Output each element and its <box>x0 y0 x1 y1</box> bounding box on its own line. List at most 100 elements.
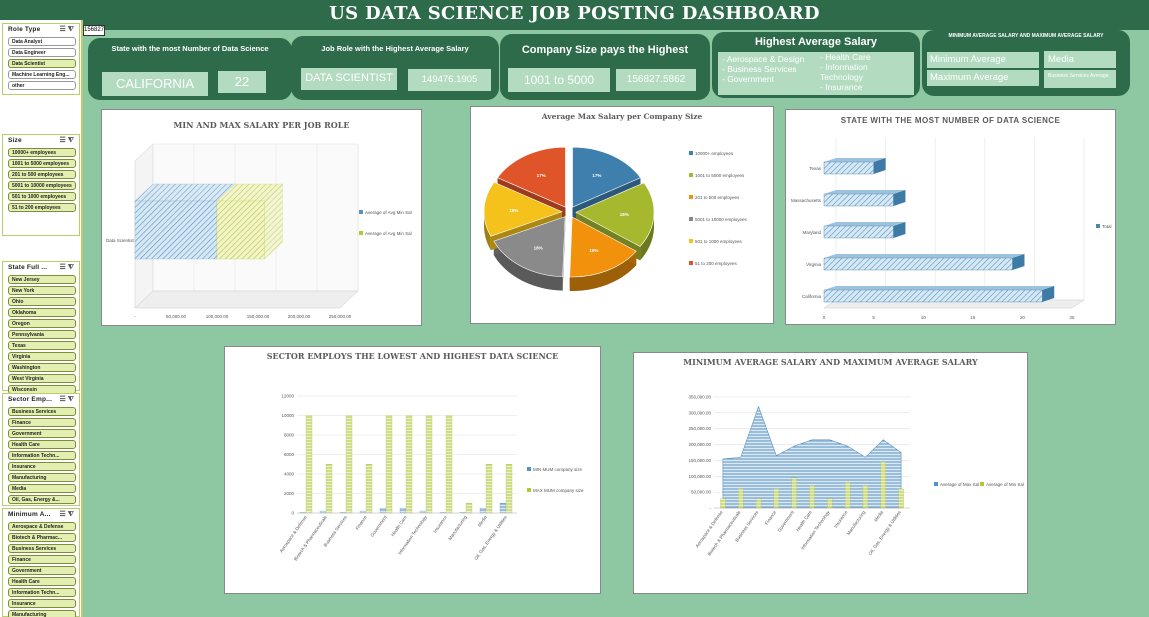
bar <box>791 477 797 509</box>
slicer-item[interactable]: 10000+ employees <box>8 148 76 157</box>
chart-min-max-average[interactable]: MINIMUM AVERAGE SALARY AND MAXIMUM AVERA… <box>633 352 1028 594</box>
slicer-item[interactable]: Finance <box>8 418 76 427</box>
kpi-sector-left-item: - Business Services <box>722 64 797 74</box>
multi-select-filter-icon[interactable]: ☰⧨ <box>59 395 76 404</box>
y-category-label: Data Scientist <box>106 238 135 243</box>
slicer-item[interactable]: 501 to 1000 employees <box>8 192 76 201</box>
slicer-sector[interactable]: Sector Emp... ☰⧨ Business Services Finance G… <box>2 393 80 506</box>
slicer-size[interactable]: Size ☰⧨ 10000+ employees 1001 to 5000 emplo… <box>2 134 80 236</box>
slicer-item[interactable]: Texas <box>8 341 76 350</box>
bar <box>823 289 1043 303</box>
legend-label: 10000+ employees <box>695 151 734 156</box>
legend-swatch <box>689 261 693 265</box>
slicer-item[interactable]: Manufacturing <box>8 473 76 482</box>
slicer-item[interactable]: 51 to 200 employees <box>8 203 76 212</box>
slicer-item[interactable]: Pennsylvania <box>8 330 76 339</box>
legend-swatch <box>1096 224 1100 228</box>
kpi-max-value: Business Services Average <box>1044 70 1116 88</box>
slicer-item[interactable]: West Virginia <box>8 374 76 383</box>
slicer-header: Role Type ☰⧨ <box>3 24 79 36</box>
slicer-item[interactable]: Health Care <box>8 440 76 449</box>
bar <box>405 415 413 514</box>
slicer-item[interactable]: Government <box>8 566 76 575</box>
chart-company-size-pie[interactable]: Average Max Salary per Company Size 17% 1… <box>470 106 774 324</box>
slicer-item[interactable]: Finance <box>8 555 76 564</box>
slicer-item[interactable]: New Jersey <box>8 275 76 284</box>
bar <box>485 464 493 514</box>
chart-state-count[interactable]: STATE WITH THE MOST NUMBER OF DATA SCIEN… <box>785 109 1116 325</box>
slicer-item[interactable]: 201 to 500 employees <box>8 170 76 179</box>
legend-label: Average of Avg Min Sal <box>365 210 412 215</box>
bar <box>823 161 874 175</box>
slicer-item[interactable]: New York <box>8 286 76 295</box>
slicer-header: Sector Emp... ☰⧨ <box>3 394 79 406</box>
kpi-role-caption: Job Role with the Highest Average Salary <box>321 44 469 53</box>
kpi-minmax-caption: MINIMUM AVERAGE SALARY AND MAXIMUM AVERA… <box>948 33 1104 39</box>
pie-data-label: 16% <box>589 248 598 253</box>
slicer-item[interactable]: 1001 to 5000 employees <box>8 159 76 168</box>
slicer-minimum-average[interactable]: Minimum A... ☰⧨ Aerospace & Defense Biotech… <box>2 508 80 617</box>
slicer-item[interactable]: Government <box>8 429 76 438</box>
slicer-item[interactable]: Ohio <box>8 297 76 306</box>
slicer-item[interactable]: Media <box>8 484 76 493</box>
x-category-label: Biotech & Pharmaceuticals <box>707 509 742 557</box>
y-tick-label: 12000 <box>281 394 294 399</box>
bar <box>445 415 453 514</box>
kpi-state-card: State with the most Number of Data Scien… <box>88 38 292 100</box>
y-tick-label: 8000 <box>284 433 295 438</box>
bar <box>399 507 407 514</box>
slicer-item[interactable]: Insurance <box>8 599 76 608</box>
slicer-state[interactable]: State Full ... ☰⧨ New Jersey New York Ohio Ok… <box>2 261 80 394</box>
slicer-item[interactable]: other <box>8 81 76 90</box>
legend-label: Average of Avg Min Sal <box>365 231 412 236</box>
slicer-item[interactable]: Oil, Gas, Energy &... <box>8 495 76 504</box>
chart-sector-size[interactable]: SECTOR EMPLOYS THE LOWEST AND HIGHEST DA… <box>224 346 601 594</box>
slicer-item[interactable]: Virginia <box>8 352 76 361</box>
chart-min-max-salary-role[interactable]: MIN AND MAX SALARY PER JOB ROLE -50,000.… <box>101 109 422 326</box>
bar <box>499 503 507 514</box>
slicer-item[interactable]: Manufacturing <box>8 610 76 617</box>
multi-select-filter-icon[interactable]: ☰⧨ <box>59 136 76 145</box>
multi-select-filter-icon[interactable]: ☰⧨ <box>59 25 76 34</box>
slicer-item[interactable]: Business Services <box>8 544 76 553</box>
slicer-item[interactable]: Information Techn... <box>8 451 76 460</box>
y-tick-label: 50,000.00 <box>691 490 712 495</box>
multi-select-filter-icon[interactable]: ☰⧨ <box>59 510 76 519</box>
bar <box>365 464 373 514</box>
cell-value[interactable]: 156827 <box>83 25 105 36</box>
slicer-item[interactable]: Biotech & Pharmac... <box>8 533 76 542</box>
y-tick-label: 10000 <box>281 413 294 418</box>
y-tick-label: 250,000.00 <box>688 426 711 431</box>
slicer-item[interactable]: Aerospace & Defense <box>8 522 76 531</box>
kpi-sector-card: Highest Average Salary - Aerospace & Des… <box>712 32 920 98</box>
slicer-item[interactable]: Information Techn... <box>8 588 76 597</box>
slicer-item[interactable]: Oklahoma <box>8 308 76 317</box>
slicer-item[interactable]: Oregon <box>8 319 76 328</box>
slicer-item[interactable]: Washington <box>8 363 76 372</box>
slicer-item[interactable]: 5001 to 10000 employees <box>8 181 76 190</box>
slicer-item[interactable]: Business Services <box>8 407 76 416</box>
slicer-item[interactable]: Data Analyst <box>8 37 76 46</box>
legend-label: Average of Min Sal <box>986 482 1024 487</box>
bar <box>720 498 726 509</box>
legend-label: MIN MUM company size <box>533 467 583 472</box>
slicer-item[interactable]: Health Care <box>8 577 76 586</box>
y-category-label: Massachusetts <box>791 198 822 203</box>
slicer-item[interactable]: Data Engineer <box>8 48 76 57</box>
slicer-item[interactable]: Machine Learning Eng... <box>8 70 76 79</box>
kpi-minmax-card: MINIMUM AVERAGE SALARY AND MAXIMUM AVERA… <box>922 30 1130 96</box>
chart-svg: - 50,000.00 100,000.00 150,000.00 200,000.00… <box>688 395 1024 557</box>
x-category-label: Manufacturing <box>447 514 468 541</box>
slicer-role-type[interactable]: Role Type ☰⧨ Data Analyst Data Engineer Data… <box>2 23 80 95</box>
x-tick-label: 50,000.00 <box>166 314 187 319</box>
legend-swatch <box>980 482 984 486</box>
kpi-role-card: Job Role with the Highest Average Salary… <box>291 36 499 100</box>
multi-select-filter-icon[interactable]: ☰⧨ <box>59 263 76 272</box>
x-category-label: Media <box>873 509 884 522</box>
x-tick-label: 15 <box>970 315 976 320</box>
x-tick-label: 200,000.00 <box>288 314 311 319</box>
slicer-item[interactable]: Insurance <box>8 462 76 471</box>
legend-swatch <box>689 217 693 221</box>
slicer-item[interactable]: Data Scientist <box>8 59 76 68</box>
bar <box>379 507 387 514</box>
